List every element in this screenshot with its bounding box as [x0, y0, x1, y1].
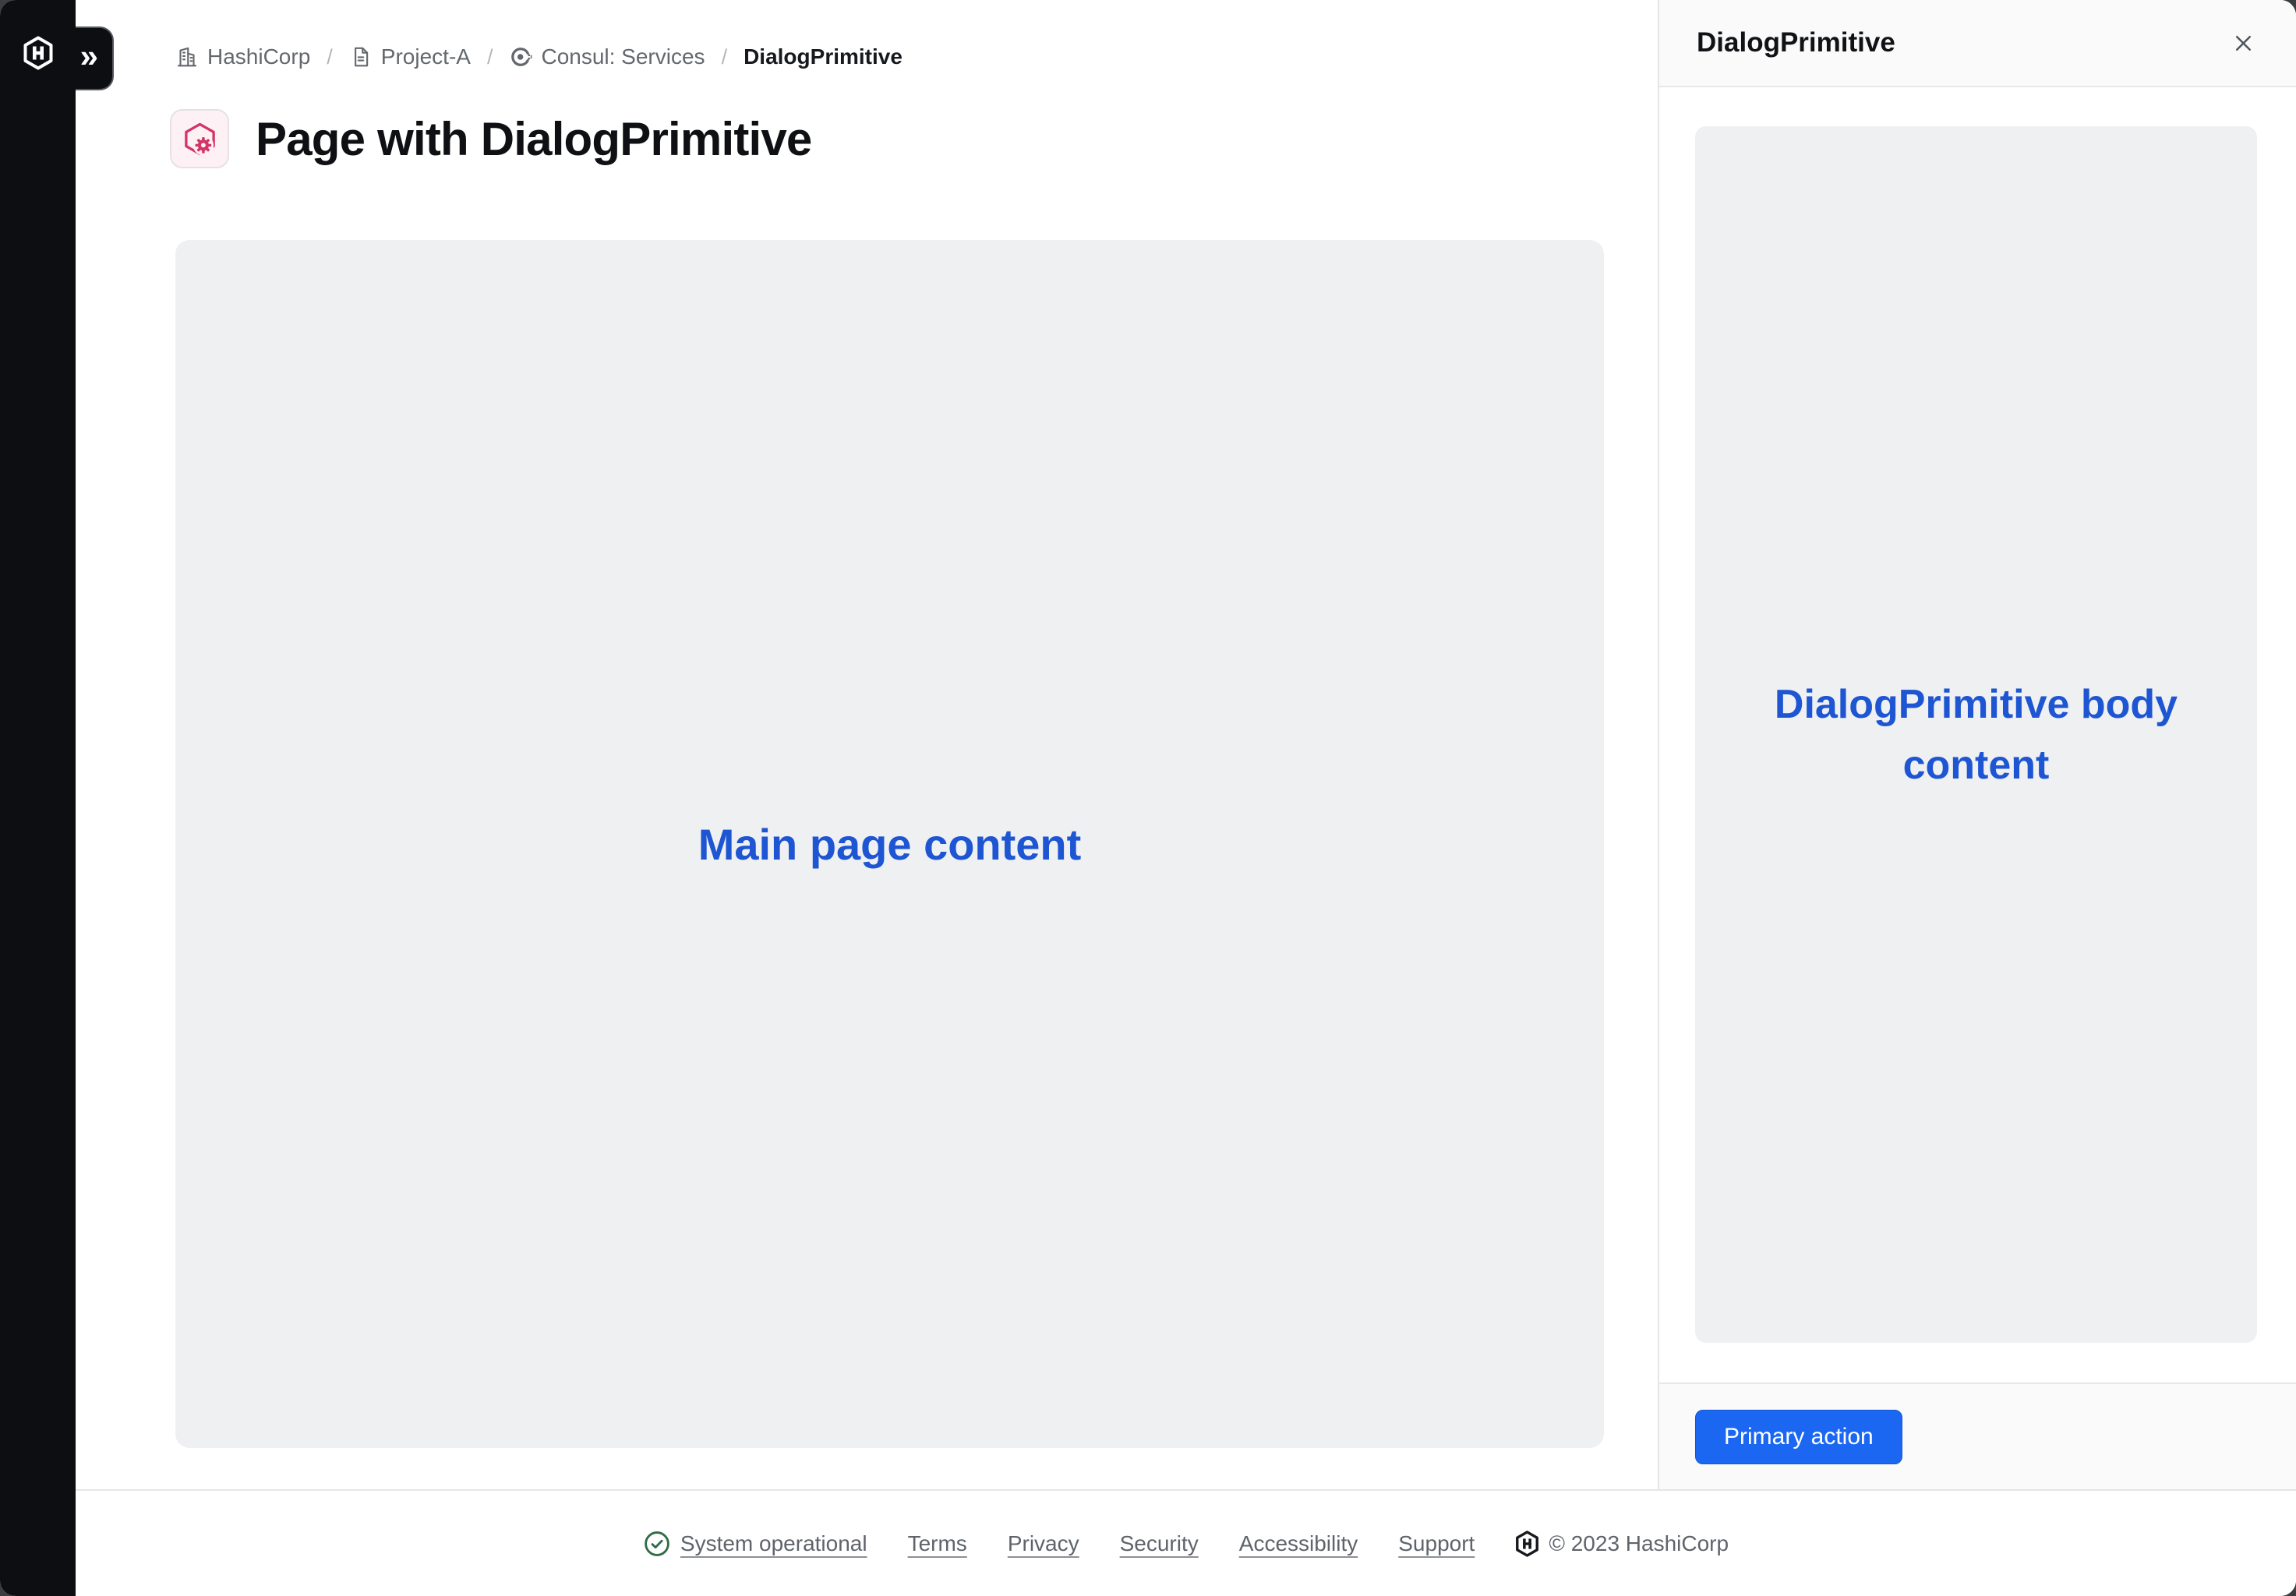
footer-copyright-text: © 2023 HashiCorp	[1549, 1531, 1729, 1556]
breadcrumb-item-consul-services[interactable]: Consul: Services	[509, 44, 705, 69]
page-title: Page with DialogPrimitive	[256, 112, 812, 166]
dialog-footer: Primary action	[1659, 1382, 2296, 1489]
dialog-placeholder-text: DialogPrimitive body content	[1774, 674, 2179, 796]
footer-link-support[interactable]: Support	[1398, 1531, 1475, 1556]
breadcrumb-item-project[interactable]: Project-A	[349, 44, 471, 69]
app-footer: System operational Terms Privacy Securit…	[76, 1489, 2296, 1596]
dialog-placeholder-box: DialogPrimitive body content	[1695, 126, 2257, 1343]
main-placeholder-box: Main page content	[175, 240, 1604, 1448]
app-window: » HashiCorp / Project-A /	[0, 0, 2296, 1596]
breadcrumb-separator: /	[487, 45, 493, 69]
consul-icon	[509, 45, 532, 69]
dialog-title: DialogPrimitive	[1697, 27, 2224, 58]
footer-link-accessibility[interactable]: Accessibility	[1239, 1531, 1358, 1556]
system-status-link[interactable]: System operational	[643, 1530, 867, 1558]
breadcrumb-separator: /	[722, 45, 728, 69]
breadcrumb-label: Consul: Services	[541, 44, 705, 69]
page-header: Page with DialogPrimitive	[170, 109, 812, 168]
breadcrumb: HashiCorp / Project-A /	[175, 44, 903, 69]
main-placeholder-text: Main page content	[698, 819, 1082, 870]
document-icon	[349, 45, 373, 69]
system-status-label: System operational	[680, 1531, 867, 1556]
dialog-primitive-panel: DialogPrimitive DialogPrimitive body con…	[1658, 0, 2296, 1489]
dialog-close-button[interactable]	[2224, 24, 2262, 62]
dialog-header: DialogPrimitive	[1659, 0, 2296, 87]
check-circle-icon	[643, 1530, 671, 1558]
breadcrumb-label: Project-A	[381, 44, 471, 69]
app-sidebar	[0, 0, 76, 1596]
breadcrumb-item-hashicorp[interactable]: HashiCorp	[175, 44, 310, 69]
footer-link-terms[interactable]: Terms	[908, 1531, 967, 1556]
primary-action-button[interactable]: Primary action	[1695, 1410, 1902, 1464]
breadcrumb-separator: /	[327, 45, 333, 69]
consul-gear-icon	[182, 121, 218, 157]
main-content-area: HashiCorp / Project-A /	[76, 0, 1658, 1489]
close-icon	[2231, 30, 2256, 56]
footer-link-security[interactable]: Security	[1120, 1531, 1199, 1556]
hashicorp-logo-icon	[23, 36, 54, 74]
footer-copyright: © 2023 HashiCorp	[1515, 1531, 1729, 1557]
org-icon	[175, 45, 199, 69]
hashicorp-logo-icon	[1515, 1531, 1539, 1557]
page-title-badge	[170, 109, 229, 168]
footer-link-privacy[interactable]: Privacy	[1008, 1531, 1079, 1556]
dialog-body: DialogPrimitive body content	[1659, 87, 2296, 1382]
hashicorp-home-link[interactable]	[0, 36, 76, 74]
double-chevron-right-icon: »	[80, 40, 98, 72]
breadcrumb-item-current: DialogPrimitive	[744, 44, 903, 69]
breadcrumb-label: HashiCorp	[207, 44, 310, 69]
